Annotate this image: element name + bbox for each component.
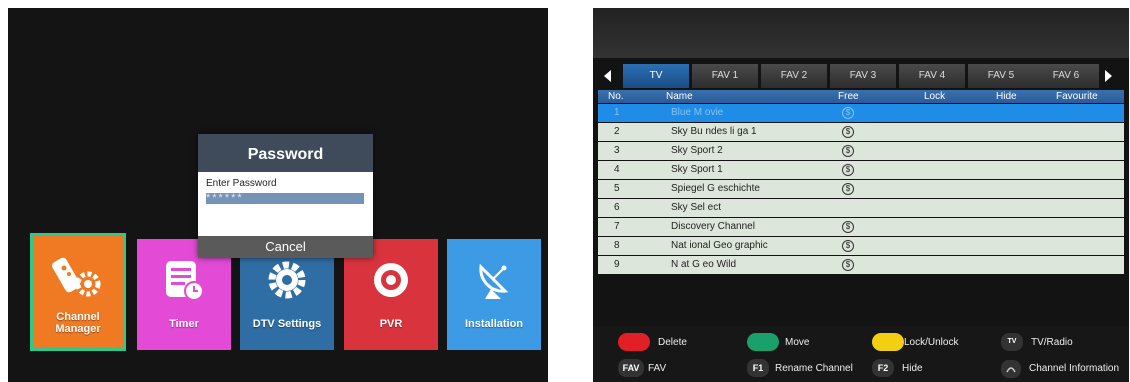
key-legend: Delete Move Lock/Unlock TV TV/Radio FAV … [593,326,1129,382]
arrow-right-icon[interactable] [1105,70,1112,82]
f2-key-icon: F2 [872,359,894,377]
tv-radio-label: TV/Radio [1031,337,1073,348]
row-number: 5 [614,183,620,194]
free-icon: $ [842,145,854,157]
channel-name: Spiegel G eschichte [671,183,760,194]
yellow-key-icon [872,333,904,351]
delete-label: Delete [658,337,687,348]
channel-name: Sky Sport 2 [671,145,723,156]
tab-fav5[interactable]: FAV 5 [968,64,1034,88]
table-row[interactable]: 1 Blue M ovie $ [598,104,1124,122]
tile-label: Installation [464,318,524,330]
free-icon: $ [842,164,854,176]
free-icon: $ [842,126,854,138]
cancel-button[interactable]: Cancel [198,236,373,258]
free-icon: $ [842,240,854,252]
password-dialog: Password Enter Password ****** Cancel [198,134,373,258]
col-favourite: Favourite [1056,91,1098,102]
fav-key-icon: FAV [618,359,644,377]
satellite-dish-icon [479,263,509,299]
green-key-icon [747,333,779,351]
tab-bar: TV FAV 1 FAV 2 FAV 3 FAV 4 FAV 5 FAV 6 [593,64,1129,88]
channel-name: Sky Sport 1 [671,164,723,175]
tile-label: Channel Manager [55,311,101,335]
rename-label: Rename Channel [775,363,853,374]
table-header: No. Name Free Lock Hide Favourite [598,90,1124,103]
channel-table: 1 Blue M ovie $ 2 Sky Bu ndes li ga 1 $ 3 Sky… [598,104,1124,275]
red-key-icon [618,333,650,351]
table-row[interactable]: 5 Spiegel G eschichte $ [598,180,1124,198]
dialog-title: Password [198,134,373,172]
col-name: Name [666,91,693,102]
installation-tile[interactable]: Installation [447,239,541,350]
tile-label: PVR [379,318,403,330]
list-clock-icon [166,261,204,301]
info-key-icon [1001,360,1021,378]
channel-name: N at G eo Wild [671,259,737,270]
col-hide: Hide [996,91,1017,102]
col-free: Free [838,91,859,102]
tile-label: DTV Settings [252,318,322,330]
channel-info-label: Channel Information [1029,363,1120,374]
row-number: 2 [614,126,620,137]
table-row[interactable]: 4 Sky Sport 1 $ [598,161,1124,179]
gear-icon [268,261,306,299]
col-no: No. [608,91,624,102]
channel-name: Blue M ovie [671,107,724,118]
row-number: 7 [614,221,620,232]
table-row[interactable]: 3 Sky Sport 2 $ [598,142,1124,160]
col-lock: Lock [924,91,946,102]
row-number: 4 [614,164,620,175]
table-row[interactable]: 2 Sky Bu ndes li ga 1 $ [598,123,1124,141]
tab-fav4[interactable]: FAV 4 [899,64,965,88]
row-number: 3 [614,145,620,156]
f1-key-icon: F1 [747,359,769,377]
tab-fav3[interactable]: FAV 3 [830,64,896,88]
table-row[interactable]: 7 Discovery Channel $ [598,218,1124,236]
table-row[interactable]: 8 Nat ional Geo graphic $ [598,237,1124,255]
free-icon: $ [842,183,854,195]
table-row[interactable]: 6 Sky Sel ect [598,199,1124,217]
channel-name: Nat ional Geo graphic [671,240,768,251]
row-number: 9 [614,259,620,270]
record-icon [374,263,408,297]
header-band [593,8,1129,58]
tab-fav6[interactable]: FAV 6 [1033,64,1099,88]
channel-name: Sky Sel ect [671,202,722,213]
row-number: 1 [614,107,620,118]
password-input[interactable]: ****** [206,193,364,204]
main-menu-screen: Channel Manager Timer DTV Settings PVR I… [8,8,548,382]
free-icon: $ [842,259,854,271]
move-label: Move [785,337,810,348]
channel-manager-screen: TV FAV 1 FAV 2 FAV 3 FAV 4 FAV 5 FAV 6 N… [593,8,1129,382]
free-icon: $ [842,107,854,119]
channel-manager-tile[interactable]: Channel Manager [30,233,126,351]
row-number: 6 [614,202,620,213]
fav-label: FAV [648,363,667,374]
tab-fav1[interactable]: FAV 1 [692,64,758,88]
arrow-left-icon[interactable] [604,70,611,82]
lock-unlock-label: Lock/Unlock [904,337,959,348]
tv-radio-key-icon: TV [1001,333,1023,351]
tile-label: Timer [169,318,199,330]
free-icon: $ [842,221,854,233]
password-label: Enter Password [206,178,277,189]
row-number: 8 [614,240,620,251]
hide-label: Hide [902,363,923,374]
tab-fav2[interactable]: FAV 2 [761,64,827,88]
tab-tv[interactable]: TV [623,64,689,88]
table-row[interactable]: 9 N at G eo Wild $ [598,256,1124,274]
remote-gear-icon [52,257,101,297]
channel-name: Discovery Channel [671,221,755,232]
channel-name: Sky Bu ndes li ga 1 [671,126,757,137]
